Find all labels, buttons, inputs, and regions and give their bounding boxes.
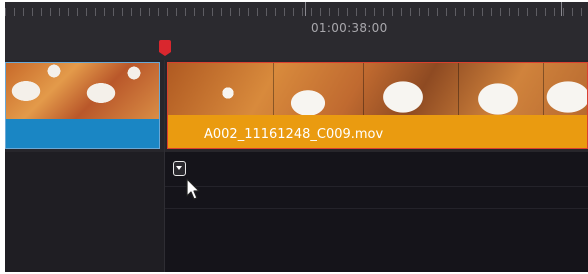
thumbnail-divider bbox=[543, 63, 544, 115]
clip-name: A002_11161248_C009.mov bbox=[204, 127, 384, 142]
audio-track-area bbox=[165, 152, 588, 272]
playhead-marker[interactable] bbox=[159, 40, 171, 56]
timeline-panel: 01:00:38:00 A002_11161248_C009.mov bbox=[5, 2, 588, 272]
ruler-major-tick bbox=[561, 2, 562, 16]
clip-thumbnails bbox=[6, 63, 159, 119]
timeline-ruler[interactable]: 01:00:38:00 bbox=[5, 2, 588, 61]
track-header-area bbox=[5, 152, 164, 272]
timeline-clip-selected[interactable]: A002_11161248_C009.mov bbox=[167, 62, 588, 149]
ruler-ticks bbox=[5, 8, 588, 16]
mouse-pointer-icon bbox=[186, 178, 200, 200]
track-divider bbox=[165, 208, 588, 209]
track-divider bbox=[165, 186, 588, 187]
ruler-timecode: 01:00:38:00 bbox=[311, 21, 388, 35]
screenshot-frame: 01:00:38:00 A002_11161248_C009.mov bbox=[0, 0, 588, 274]
ruler-major-tick bbox=[305, 2, 306, 16]
timeline-clip-previous[interactable] bbox=[5, 62, 160, 149]
thumbnail-divider bbox=[363, 63, 364, 115]
clip-thumbnails bbox=[168, 63, 587, 115]
thumbnail-divider bbox=[273, 63, 274, 115]
chevron-down-icon[interactable] bbox=[173, 161, 186, 176]
thumbnail-divider bbox=[458, 63, 459, 115]
edit-point-line bbox=[164, 60, 165, 272]
